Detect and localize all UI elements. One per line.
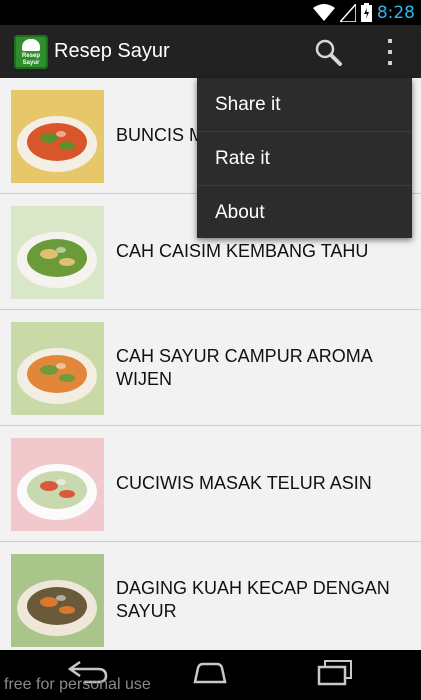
battery-charging-icon	[360, 3, 372, 22]
status-icons: 8:28	[312, 0, 415, 25]
home-icon[interactable]	[189, 658, 231, 686]
recipe-thumbnail-image	[11, 438, 104, 531]
recipe-list-item[interactable]: CAH SAYUR CAMPUR AROMA WIJEN	[0, 310, 421, 426]
action-bar: Resep Sayur Resep Sayur	[0, 25, 421, 78]
app-logo-icon[interactable]: Resep Sayur	[14, 35, 48, 69]
recipe-list-item[interactable]: DAGING KUAH KECAP DENGAN SAYUR	[0, 542, 421, 650]
recipe-thumbnail-image	[11, 206, 104, 299]
recipe-thumbnail-image	[11, 90, 104, 183]
app-icon-text: Resep Sayur	[21, 53, 40, 66]
recipe-thumbnail-image	[11, 322, 104, 415]
watermark: free for personal use	[4, 676, 151, 693]
app-title: Resep Sayur	[54, 40, 170, 62]
recent-apps-icon[interactable]	[315, 658, 355, 686]
chef-hat-icon	[22, 39, 40, 51]
overflow-menu: Share it Rate it About	[197, 78, 412, 238]
recipe-title: DAGING KUAH KECAP DENGAN SAYUR	[116, 577, 390, 621]
menu-item-rate[interactable]: Rate it	[197, 132, 412, 186]
signal-icon	[339, 3, 356, 22]
menu-item-share[interactable]: Share it	[197, 78, 412, 132]
recipe-thumbnail-image	[11, 554, 104, 647]
recipe-list-item[interactable]: CUCIWIS MASAK TELUR ASIN	[0, 426, 421, 542]
wifi-icon	[312, 3, 335, 21]
menu-item-about[interactable]: About	[197, 186, 412, 239]
overflow-menu-icon[interactable]	[378, 39, 402, 65]
recipe-title: CAH SAYUR CAMPUR AROMA WIJEN	[116, 345, 372, 389]
recipe-title: CUCIWIS MASAK TELUR ASIN	[116, 473, 372, 493]
clock: 8:28	[376, 2, 415, 23]
search-icon[interactable]	[314, 38, 342, 66]
status-bar: 8:28	[0, 0, 421, 25]
